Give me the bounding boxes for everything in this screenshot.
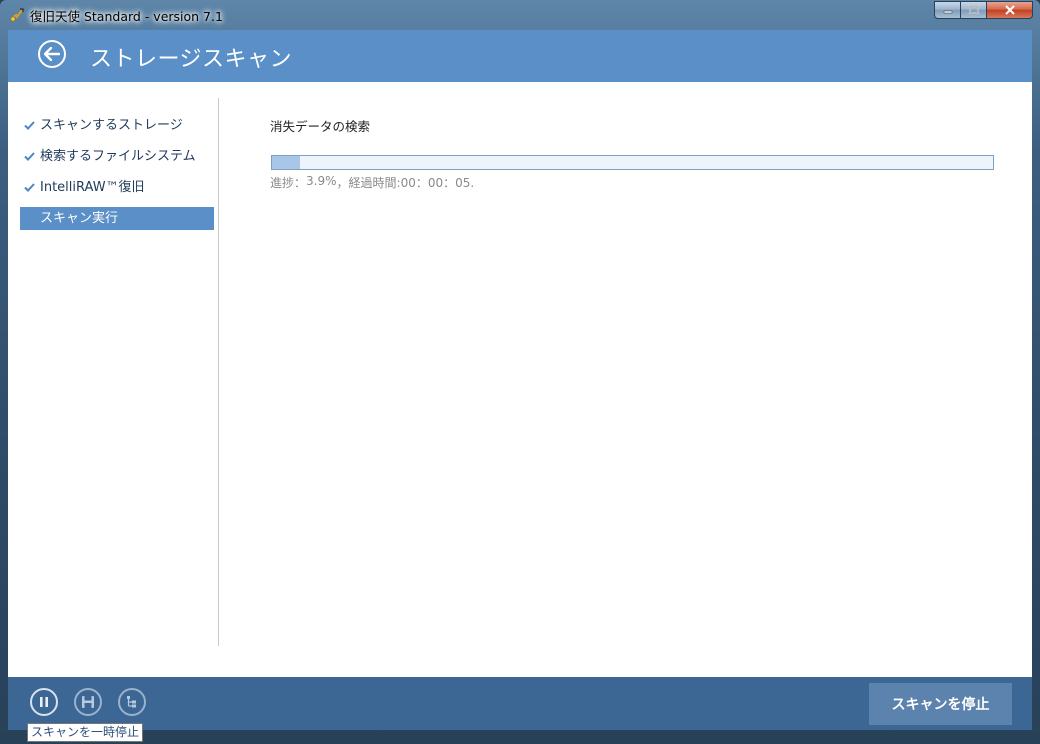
close-icon: [1004, 5, 1015, 15]
sidebar-item-intelliraw[interactable]: IntelliRAW™復旧: [20, 176, 214, 199]
page-header: ストレージスキャン: [8, 30, 1032, 82]
section-heading: 消失データの検索: [270, 119, 371, 134]
tree-view-button[interactable]: [118, 688, 146, 716]
sidebar-item-scan-run[interactable]: スキャン実行: [20, 207, 214, 230]
save-icon: [82, 696, 94, 708]
tree-view-icon: [127, 696, 136, 708]
back-button[interactable]: [38, 40, 66, 68]
progress-fill: [272, 156, 301, 169]
minimize-icon: [943, 10, 952, 14]
minimize-button[interactable]: [934, 1, 961, 19]
progress-label: 進捗：: [270, 176, 307, 190]
checkmark-icon: [24, 145, 36, 168]
pause-button[interactable]: [30, 688, 58, 716]
client-area: ストレージスキャン スキャンするストレージ 検索するファイルシステム Intel…: [8, 30, 1032, 730]
scan-progress-bar: [271, 155, 994, 170]
sidebar-divider: [218, 98, 219, 646]
back-arrow-icon: [44, 47, 60, 61]
stop-scan-button[interactable]: スキャンを停止: [869, 683, 1012, 725]
maximize-icon: [968, 5, 979, 14]
progress-status: 進捗： 3.9% ， 経過時間: 00：00：05.: [270, 174, 474, 191]
save-button[interactable]: [74, 688, 102, 716]
checkmark-icon: [24, 176, 36, 199]
progress-percent: 3.9%: [306, 174, 337, 188]
pause-icon: [40, 697, 48, 707]
maximize-button[interactable]: [961, 1, 987, 19]
sidebar-item-filesystem[interactable]: 検索するファイルシステム: [20, 145, 214, 168]
sidebar-item-label: スキャンするストレージ: [40, 118, 183, 133]
pause-tooltip: スキャンを一時停止: [27, 723, 144, 742]
window-title: 復旧天使 Standard - version 7.1: [30, 9, 223, 24]
step-sidebar: スキャンするストレージ 検索するファイルシステム IntelliRAW™復旧 ス…: [20, 114, 214, 238]
window-frame: 復旧天使 Standard - version 7.1 ストレージスキャン スキ…: [0, 0, 1040, 744]
elapsed-label: 経過時間:: [348, 176, 401, 190]
page-title: ストレージスキャン: [90, 47, 293, 72]
status-separator: ，: [336, 176, 349, 190]
title-bar[interactable]: 復旧天使 Standard - version 7.1: [0, 0, 1040, 30]
sidebar-item-label: IntelliRAW™復旧: [40, 180, 145, 195]
sidebar-item-label: スキャン実行: [40, 211, 119, 226]
app-logo-icon: [9, 7, 25, 23]
sidebar-item-label: 検索するファイルシステム: [40, 149, 196, 164]
footer-toolbar: スキャンを停止: [8, 677, 1032, 730]
window-controls: [934, 1, 1033, 20]
elapsed-time: 00：00：05.: [400, 176, 475, 190]
close-button[interactable]: [987, 1, 1033, 19]
checkmark-icon: [24, 114, 36, 137]
sidebar-item-storage[interactable]: スキャンするストレージ: [20, 114, 214, 137]
